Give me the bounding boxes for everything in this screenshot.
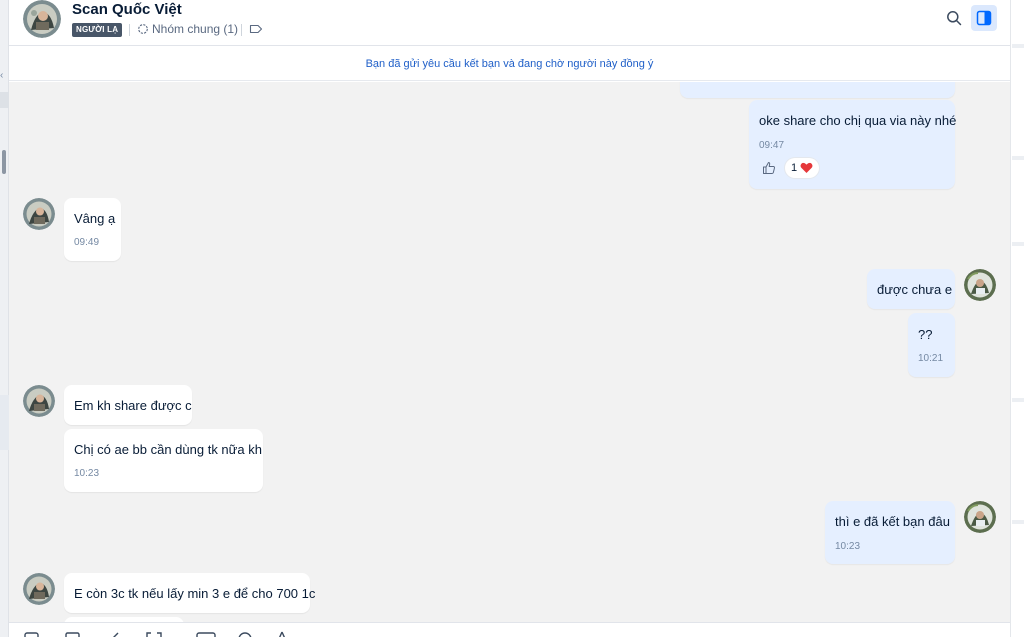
common-group-label: Nhóm chung (1): [152, 22, 239, 36]
message-text: Em kh share được c: [74, 398, 192, 413]
message-time: 10:23: [835, 541, 861, 552]
conversation-info-button[interactable]: [971, 5, 997, 31]
message-text: Vâng ạ: [74, 211, 116, 226]
left-panel-selected-strip: [0, 395, 9, 450]
left-panel-strip: [0, 92, 9, 108]
format-text-icon[interactable]: [274, 631, 290, 637]
message-text: ??: [918, 327, 933, 342]
message-text: được chưa e: [877, 282, 953, 297]
header-divider: [241, 24, 242, 36]
react-like-button[interactable]: [759, 159, 779, 177]
right-panel-edge: [1010, 0, 1024, 637]
message-text: E còn 3c tk nếu lấy min 3 e để cho 700 1…: [74, 586, 316, 601]
card-icon[interactable]: [196, 631, 216, 637]
chat-header: Scan Quốc Việt NGƯỜI LẠ Nhóm chung (1): [9, 0, 1010, 46]
tag-icon[interactable]: [249, 24, 263, 34]
reaction-summary[interactable]: 1: [785, 158, 820, 178]
search-button[interactable]: [943, 7, 965, 29]
message-list[interactable]: oke share cho chị qua via này nhé 09:47 …: [9, 82, 1010, 622]
right-panel-mark: [1012, 44, 1024, 48]
common-group-link[interactable]: Nhóm chung (1): [137, 22, 238, 36]
sidebar-toggle-icon: [976, 10, 992, 26]
left-panel-scrollbar[interactable]: [2, 150, 6, 174]
message-text: Chị có ae bb cần dùng tk nữa kh: [74, 442, 262, 457]
message-bubble-outgoing[interactable]: được chưa e: [867, 269, 955, 309]
search-icon: [947, 11, 962, 26]
message-bubble-outgoing[interactable]: [680, 82, 955, 98]
right-panel-mark: [1012, 398, 1024, 402]
sticker-icon[interactable]: [23, 631, 41, 637]
left-panel-edge: ‹: [0, 0, 9, 637]
message-text: thì e đã kết bạn đâu: [835, 514, 950, 529]
message-bubble-incoming[interactable]: Vâng ạ 09:49: [64, 198, 121, 261]
my-avatar[interactable]: [964, 269, 996, 301]
contact-avatar[interactable]: [23, 0, 61, 38]
friend-request-notice: Bạn đã gửi yêu cầu kết bạn và đang chờ n…: [9, 47, 1010, 81]
thumbs-up-icon: [763, 162, 775, 174]
message-time: 10:21: [918, 353, 944, 364]
message-bubble-incoming[interactable]: E còn 3c tk nếu lấy min 3 e để cho 700 1…: [64, 573, 315, 613]
sender-avatar[interactable]: [23, 573, 55, 605]
attach-icon[interactable]: [106, 631, 124, 637]
group-icon: [138, 24, 148, 34]
heart-icon: [800, 162, 813, 173]
message-bubble-incoming[interactable]: Em kh share được c: [64, 385, 192, 425]
chevron-left-icon[interactable]: ‹: [0, 70, 3, 81]
header-divider: [129, 24, 130, 36]
message-time: 09:47: [759, 140, 785, 151]
composer-toolbar: [9, 622, 1010, 637]
screenshot-icon[interactable]: [145, 631, 163, 637]
contact-name[interactable]: Scan Quốc Việt: [72, 1, 182, 18]
stranger-badge: NGƯỜI LẠ: [72, 23, 123, 37]
message-bubble-outgoing[interactable]: oke share cho chị qua via này nhé 09:47 …: [749, 100, 957, 189]
chat-window: ‹ Scan Quốc Việt NGƯỜI LẠ Nhóm chung (1)…: [0, 0, 1024, 637]
image-icon[interactable]: [64, 631, 82, 637]
right-panel-mark: [1012, 520, 1024, 524]
reminder-icon[interactable]: [235, 631, 255, 637]
sender-avatar[interactable]: [23, 198, 55, 230]
message-bubble-outgoing[interactable]: thì e đã kết bạn đâu 10:23: [825, 501, 955, 564]
my-avatar[interactable]: [964, 501, 996, 533]
right-panel-mark: [1012, 242, 1024, 246]
message-time: 10:23: [74, 468, 100, 479]
message-time: 09:49: [74, 237, 100, 248]
right-panel-mark: [1012, 156, 1024, 160]
message-bubble-outgoing[interactable]: ?? 10:21: [908, 313, 955, 377]
message-text: oke share cho chị qua via này nhé: [759, 113, 957, 128]
message-bubble-incoming[interactable]: Chị có ae bb cần dùng tk nữa kh 10:23: [64, 429, 263, 492]
reaction-count: 1: [791, 162, 798, 174]
sender-avatar[interactable]: [23, 385, 55, 417]
